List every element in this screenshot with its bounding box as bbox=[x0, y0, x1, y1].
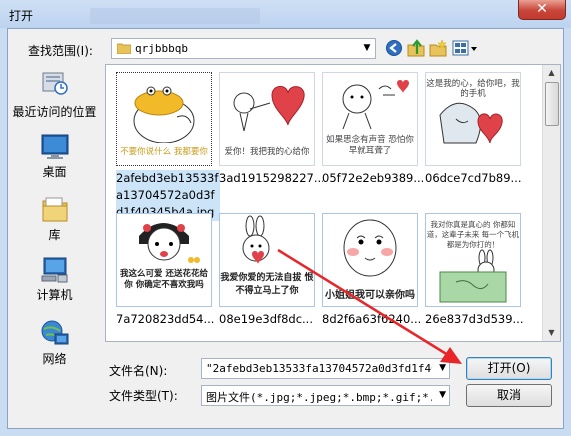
place-label: 计算机 bbox=[36, 288, 73, 302]
file-thumbnail: 不要你说什么 我都要你 bbox=[116, 72, 212, 166]
place-recent[interactable]: 最近访问的位置 bbox=[8, 69, 101, 125]
thumbnail-caption: 小姐姐我可以亲你吗 bbox=[325, 290, 415, 301]
blush-face-meme-image bbox=[343, 219, 397, 277]
rabbit-blanket-meme-image bbox=[439, 249, 507, 303]
filetype-value: 图片文件(*.jpg;*.jpeg;*.bmp;*.gif;*.p bbox=[206, 391, 432, 404]
scroll-up-icon[interactable]: ▲ bbox=[543, 65, 560, 81]
desktop-icon bbox=[41, 134, 69, 159]
file-thumbnail: 爱你！我把我的心给你 bbox=[219, 72, 315, 166]
file-name: 26e837d3d539... bbox=[425, 312, 524, 326]
file-name: 8d2f6a63f6240... bbox=[322, 312, 422, 326]
filename-value: "2afebd3eb13533fa13704572a0d3fd1f4034 bbox=[206, 362, 432, 375]
blurred-background-region bbox=[90, 8, 260, 24]
scroll-down-icon[interactable]: ▼ bbox=[543, 325, 560, 341]
chevron-down-icon[interactable]: ▼ bbox=[362, 43, 372, 53]
file-list[interactable]: 不要你说什么 我都要你 2afebd3eb13533fa13704572a0d3… bbox=[105, 64, 561, 342]
title-bar: 打开 ✕ bbox=[0, 0, 571, 28]
chevron-down-icon[interactable]: ▼ bbox=[439, 363, 446, 373]
file-thumbnail: 我这么可爱 还送花花给你 你确定不喜欢我吗 bbox=[116, 213, 212, 307]
new-folder-icon[interactable] bbox=[429, 39, 447, 57]
network-icon bbox=[41, 320, 69, 345]
file-name: 06dce7cd7b89... bbox=[425, 171, 522, 185]
place-label: 最近访问的位置 bbox=[12, 105, 97, 119]
place-libraries[interactable]: 库 bbox=[8, 193, 101, 245]
place-label: 网络 bbox=[42, 352, 67, 366]
file-name: 7a720823dd54... bbox=[116, 312, 215, 326]
back-icon[interactable] bbox=[385, 39, 403, 57]
lookin-combo[interactable]: qrjbbbqb ▼ bbox=[111, 38, 376, 59]
up-folder-icon[interactable] bbox=[407, 39, 425, 57]
places-bar: 最近访问的位置 桌面 库 计算机 网络 bbox=[8, 67, 101, 397]
file-thumbnail: 这是我的心，给你吧，我的手机 bbox=[425, 72, 521, 166]
file-name: 3ad1915298227... bbox=[219, 171, 323, 185]
thumbnail-caption: 我对你真是真心的 你都知道，这辈子未来 每一个飞机都是为你打的！ bbox=[426, 220, 520, 249]
thumbnail-caption: 我这么可爱 还送花花给你 你确定不喜欢我吗 bbox=[120, 269, 208, 290]
place-label: 库 bbox=[48, 228, 61, 242]
window-title: 打开 bbox=[9, 9, 34, 23]
heart-meme-image bbox=[233, 86, 305, 132]
file-name: 05f72e2eb9389... bbox=[322, 171, 425, 185]
thumbnail-caption: 如果思念有声音 恐怕你早就耳聋了 bbox=[326, 135, 414, 156]
file-name: 08e19e3df8dc... bbox=[219, 312, 313, 326]
filetype-label: 文件类型(T): bbox=[109, 389, 178, 403]
folder-icon bbox=[117, 43, 131, 54]
recent-places-icon bbox=[42, 72, 68, 95]
place-desktop[interactable]: 桌面 bbox=[8, 131, 101, 181]
lookin-value: qrjbbbqb bbox=[135, 42, 188, 55]
place-label: 桌面 bbox=[42, 165, 67, 179]
file-thumbnail: 如果思念有声音 恐怕你早就耳聋了 bbox=[322, 72, 418, 166]
thumbnail-caption: 我爱你爱的无法自拔 恨不得立马上了你 bbox=[220, 273, 314, 296]
cancel-button[interactable]: 取消 bbox=[466, 384, 552, 407]
filetype-select[interactable]: 图片文件(*.jpg;*.jpeg;*.bmp;*.gif;*.p ▼ bbox=[201, 385, 450, 406]
file-thumbnail: 我对你真是真心的 你都知道，这辈子未来 每一个飞机都是为你打的！ bbox=[425, 213, 521, 307]
computer-icon bbox=[41, 257, 68, 283]
lookin-label: 查找范围(I): bbox=[28, 44, 93, 58]
close-button[interactable]: ✕ bbox=[518, 0, 566, 20]
thumbnail-caption: 不要你说什么 我都要你 bbox=[120, 147, 208, 157]
thumbnail-caption: 爱你！我把我的心给你 bbox=[224, 147, 310, 157]
scrollbar-thumb[interactable] bbox=[545, 82, 559, 126]
chevron-down-icon[interactable]: ▼ bbox=[439, 390, 446, 400]
file-thumbnail: 我爱你爱的无法自拔 恨不得立马上了你 bbox=[219, 213, 315, 307]
libraries-icon bbox=[42, 197, 68, 222]
place-network[interactable]: 网络 bbox=[8, 317, 101, 369]
views-menu-icon[interactable] bbox=[452, 39, 478, 57]
open-dialog: 查找范围(I): qrjbbbqb ▼ 最近访问的位置 桌面 库 计算机 网络 … bbox=[7, 28, 564, 429]
file-thumbnail: 小姐姐我可以亲你吗 bbox=[322, 213, 418, 307]
girl-flower-meme-image bbox=[139, 223, 200, 263]
rabbit-heart-meme-image bbox=[242, 215, 270, 264]
duck-meme-image bbox=[133, 86, 195, 143]
filename-input[interactable]: "2afebd3eb13533fa13704572a0d3fd1f4034 ▼ bbox=[201, 358, 450, 379]
ear-meme-image bbox=[342, 80, 409, 130]
place-computer[interactable]: 计算机 bbox=[8, 253, 101, 305]
filename-label: 文件名(N): bbox=[109, 364, 168, 378]
vertical-scrollbar[interactable]: ▲ ▼ bbox=[542, 65, 560, 341]
open-button[interactable]: 打开(O) bbox=[466, 357, 552, 380]
heart-gift-meme-image bbox=[439, 102, 503, 144]
